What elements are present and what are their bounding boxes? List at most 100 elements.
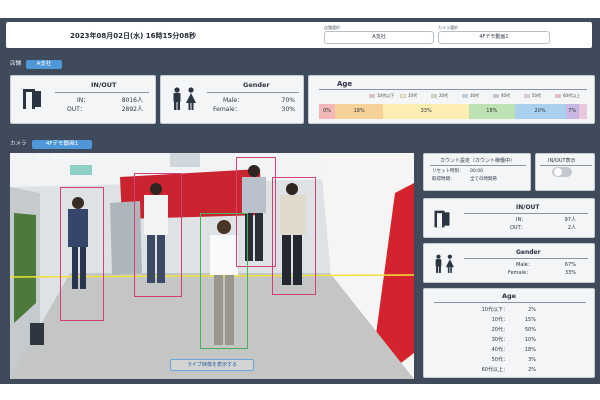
count-settings-rule <box>430 165 526 166</box>
age-bar-segment: 20% <box>514 104 566 119</box>
top-bar: 2023年08月02日(水) 16時15分08秒 店舗選択 A支社 カメラ選択 … <box>6 22 592 48</box>
age-legend-label: 40代 <box>501 93 511 98</box>
store-gender-title: Gender <box>243 81 270 89</box>
age-row-value: 18% <box>524 347 536 353</box>
camera-feed[interactable]: 2023-08-02 16:15:08 ライブ映像を表示する <box>10 153 414 379</box>
camera-female-value: 33% <box>564 270 576 276</box>
age-row-label: 10代： <box>491 317 508 323</box>
age-row-value: 10% <box>524 337 536 343</box>
store-age-legend: 10代以下 10代 20代 30代 40代 50代 60代以上 <box>369 76 589 104</box>
store-inout-rule <box>55 92 149 93</box>
camera-inout-rule <box>464 213 588 214</box>
age-row: 50代： 3% <box>424 355 596 365</box>
period-label: 取得時間： <box>432 177 455 182</box>
age-bar-segment: 18% <box>335 104 384 119</box>
age-legend-item: 30代 <box>462 93 479 99</box>
age-legend-label: 60代以上 <box>563 93 581 98</box>
camera-male-label: Male： <box>516 262 533 268</box>
store-female-label: Female： <box>213 106 241 113</box>
age-legend-item: 60代以上 <box>555 93 580 99</box>
detection-box <box>60 187 104 321</box>
camera-inout-card: IN/OUT IN： 97人 OUT： 2人 <box>423 198 595 238</box>
camera-gender-card: Gender Male： 67% Female： 33% <box>423 243 595 283</box>
camera-age-rule <box>434 302 586 303</box>
store-section-tab[interactable]: A支社 <box>26 60 62 69</box>
count-settings-title: カウント設定（カウント稼働中） <box>440 158 516 164</box>
camera-age-title: Age <box>502 292 517 300</box>
camera-gender-title: Gender <box>516 249 541 256</box>
age-legend-label: 10代以下 <box>377 93 395 98</box>
age-row-label: 20代： <box>491 327 508 333</box>
age-row: 40代： 18% <box>424 345 596 355</box>
age-row-label: 50代： <box>491 357 508 363</box>
store-inout-card: IN/OUT IN： 8016人 OUT： 2892人 <box>10 75 156 124</box>
store-select-group: 店舗選択 A支社 <box>324 25 434 44</box>
age-bar-segment: 18% <box>469 104 515 119</box>
store-in-label: IN： <box>77 97 90 104</box>
camera-age-card: Age 10代以下： 2% 10代： 15% 20代： 50% 30代： 10% 40代： 18%… <box>423 288 595 378</box>
detection-box <box>134 173 182 297</box>
male-female-icon <box>173 87 196 110</box>
age-row-label: 60代以上： <box>481 367 508 373</box>
camera-section-header: カメラ 4Fデモ動画1 <box>10 140 110 149</box>
age-legend-item: 20代 <box>431 93 448 99</box>
camera-select-group: カメラ選択 4Fデモ動画1 <box>438 25 550 44</box>
camera-select[interactable]: 4Fデモ動画1 <box>438 31 550 44</box>
age-row-value: 15% <box>524 317 536 323</box>
current-datetime: 2023年08月02日(水) 16時15分08秒 <box>70 32 197 40</box>
age-legend-swatch <box>493 94 499 98</box>
age-legend-label: 10代 <box>408 93 418 98</box>
age-row-value: 3% <box>528 357 536 363</box>
age-legend-swatch <box>555 94 561 98</box>
store-gender-rule <box>207 92 299 93</box>
store-in-value: 8016人 <box>121 97 143 104</box>
overlay-timestamp: 2023-08-02 16:15:08 <box>36 155 90 161</box>
store-section-key: 店舗 <box>10 61 22 67</box>
inout-display-title: IN/OUT表示 <box>548 158 576 164</box>
camera-gender-rule <box>464 258 588 259</box>
age-legend-swatch <box>431 94 437 98</box>
age-legend-label: 50代 <box>532 93 542 98</box>
store-out-label: OUT： <box>67 106 86 113</box>
age-legend-label: 30代 <box>470 93 480 98</box>
age-row: 20代： 50% <box>424 325 596 335</box>
live-view-button[interactable]: ライブ映像を表示する <box>170 359 254 371</box>
store-select[interactable]: A支社 <box>324 31 434 44</box>
age-legend-label: 20代 <box>439 93 449 98</box>
camera-in-label: IN： <box>516 217 527 223</box>
count-settings-card: カウント設定（カウント稼働中） リセット時刻： 00:00 取得時間： 全ての時… <box>423 153 531 191</box>
store-out-value: 2892人 <box>121 106 143 113</box>
age-bar-segment: 33% <box>383 104 470 119</box>
age-bar-segment <box>578 104 587 119</box>
age-bar-segment: 7% <box>565 104 579 119</box>
age-row: 10代： 15% <box>424 315 596 325</box>
age-row-value: 2% <box>528 367 536 373</box>
store-section-header: 店舗 A支社 <box>10 60 80 69</box>
age-legend-swatch <box>462 94 468 98</box>
age-row-label: 40代： <box>491 347 508 353</box>
store-age-bar: 0% 18% 33% 18% 20% 7% <box>319 104 587 119</box>
age-row-value: 50% <box>524 327 536 333</box>
age-legend-swatch <box>400 94 406 98</box>
store-male-value: 70% <box>281 97 295 104</box>
door-icon <box>434 210 450 228</box>
inout-display-toggle-knob <box>554 168 562 176</box>
age-row: 10代以下： 2% <box>424 305 596 315</box>
detection-box <box>200 213 248 349</box>
male-female-icon <box>435 254 454 273</box>
age-bar-segment: 0% <box>319 104 336 119</box>
age-legend-swatch <box>524 94 530 98</box>
store-male-label: Male： <box>223 97 244 104</box>
age-row-label: 30代： <box>491 337 508 343</box>
camera-section-tab[interactable]: 4Fデモ動画1 <box>32 140 92 149</box>
camera-out-label: OUT： <box>510 225 526 231</box>
age-legend-item: 50代 <box>524 93 541 99</box>
camera-female-label: Female： <box>508 270 532 276</box>
camera-section-key: カメラ <box>10 141 27 147</box>
inout-display-card: IN/OUT表示 <box>535 153 595 191</box>
detection-box <box>272 177 316 295</box>
store-inout-title: IN/OUT <box>91 81 117 89</box>
age-row: 60代以上： 2% <box>424 365 596 375</box>
door-icon <box>23 89 41 109</box>
age-legend-item: 40代 <box>493 93 510 99</box>
